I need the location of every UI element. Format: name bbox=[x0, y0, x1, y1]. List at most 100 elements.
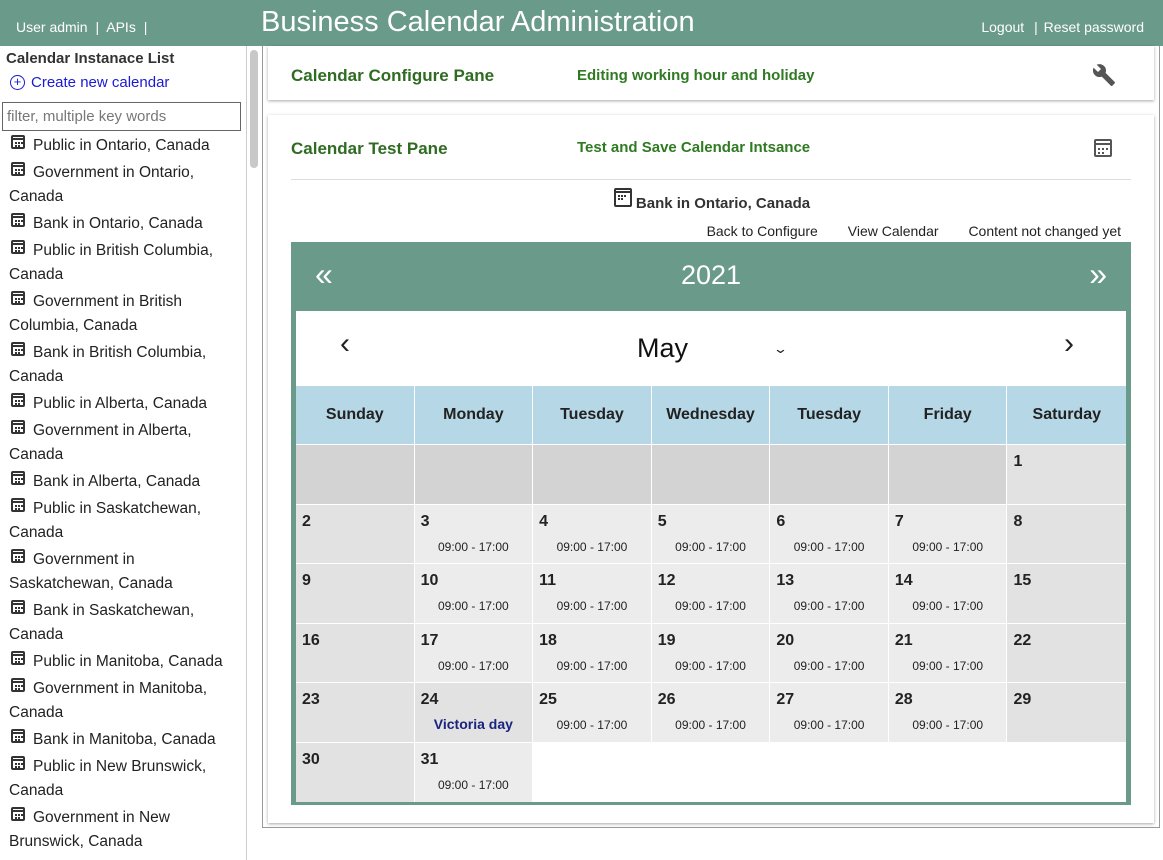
day-cell[interactable]: 30 bbox=[296, 742, 415, 802]
day-cell[interactable]: 15 bbox=[1007, 564, 1127, 623]
calendar-list-item[interactable]: Government in Ontario, Canada bbox=[9, 161, 234, 209]
calendar-name-heading: Bank in Ontario, Canada bbox=[268, 188, 1154, 212]
calendar-list-item[interactable]: Bank in Manitoba, Canada bbox=[9, 728, 234, 752]
back-to-configure-button[interactable]: Back to Configure bbox=[707, 223, 818, 239]
day-cell[interactable]: 1 bbox=[1007, 445, 1127, 504]
reset-password-link[interactable]: Reset password bbox=[1044, 19, 1144, 35]
day-cell[interactable]: 27 09:00 - 17:00 bbox=[770, 683, 889, 742]
day-cell[interactable]: 7 09:00 - 17:00 bbox=[888, 504, 1008, 564]
day-cell[interactable]: 6 09:00 - 17:00 bbox=[770, 504, 889, 564]
day-cell[interactable]: 3 09:00 - 17:00 bbox=[414, 504, 534, 564]
calendar-list-item[interactable]: Government in British Columbia, Canada bbox=[9, 290, 234, 338]
calendar-icon bbox=[11, 393, 25, 407]
weekday-header: Friday bbox=[888, 386, 1008, 444]
calendar-list-item[interactable]: Government in New Brunswick, Canada bbox=[9, 806, 234, 854]
day-cell[interactable]: 20 09:00 - 17:00 bbox=[770, 623, 889, 683]
separator: | bbox=[1034, 19, 1038, 35]
working-hours: 09:00 - 17:00 bbox=[912, 718, 984, 733]
wrench-icon[interactable] bbox=[1092, 63, 1116, 87]
day-cell[interactable]: 14 09:00 - 17:00 bbox=[888, 564, 1008, 623]
calendar-icon[interactable] bbox=[1094, 139, 1112, 157]
next-month-button[interactable]: › bbox=[1064, 327, 1074, 361]
working-hours: 09:00 - 17:00 bbox=[675, 658, 746, 673]
weekday-header: Tuesday bbox=[533, 386, 652, 444]
day-cell[interactable]: 5 09:00 - 17:00 bbox=[651, 504, 771, 564]
working-hours: 09:00 - 17:00 bbox=[675, 599, 746, 614]
calendar-list-item-label: Public in New Brunswick, Canada bbox=[9, 758, 207, 799]
weekday-header-row: Sunday Monday Tuesday Wednesday Tuesday Frida… bbox=[296, 386, 1127, 444]
sidebar-scrollbar[interactable] bbox=[250, 50, 258, 168]
calendar-list-item[interactable]: Public in Alberta, Canada bbox=[9, 392, 234, 416]
calendar-grid: Sunday Monday Tuesday Wednesday Tuesday Frida… bbox=[296, 386, 1127, 802]
apis-link[interactable]: APIs bbox=[106, 19, 136, 35]
calendar-list-item[interactable]: Public in Saskatchewan, Canada bbox=[9, 497, 234, 545]
chevron-down-icon[interactable]: ⌄ bbox=[773, 341, 788, 357]
day-cell[interactable]: 18 09:00 - 17:00 bbox=[533, 623, 652, 683]
calendar-list-item[interactable]: Public in British Columbia, Canada bbox=[9, 239, 234, 287]
view-calendar-button[interactable]: View Calendar bbox=[848, 223, 939, 239]
calendar-list-item-label: Government in Manitoba, Canada bbox=[9, 680, 208, 721]
day-number: 2 bbox=[302, 512, 311, 530]
calendar-list-item[interactable]: Bank in British Columbia, Canada bbox=[9, 341, 234, 389]
day-cell[interactable]: 28 09:00 - 17:00 bbox=[888, 683, 1008, 742]
day-cell[interactable]: 2 bbox=[296, 504, 415, 564]
calendar-list-item[interactable]: Bank in Saskatchewan, Canada bbox=[9, 599, 234, 647]
day-cell[interactable]: 17 09:00 - 17:00 bbox=[414, 623, 534, 683]
day-cell[interactable]: 29 bbox=[1007, 683, 1127, 742]
calendar-icon bbox=[11, 291, 25, 305]
calendar-list-item[interactable]: Government in Alberta, Canada bbox=[9, 419, 234, 467]
sidebar-title: Calendar Instanace List bbox=[6, 50, 175, 67]
day-cell[interactable]: 8 bbox=[1007, 504, 1127, 564]
calendar-list-item[interactable]: Bank in Ontario, Canada bbox=[9, 212, 234, 236]
app-title: Business Calendar Administration bbox=[261, 6, 695, 38]
calendar-list-item-label: Government in Ontario, Canada bbox=[9, 164, 195, 205]
day-cell[interactable]: 13 09:00 - 17:00 bbox=[770, 564, 889, 623]
day-cell[interactable]: 11 09:00 - 17:00 bbox=[533, 564, 652, 623]
calendar-list-item[interactable]: Government in Manitoba, Canada bbox=[9, 677, 234, 725]
previous-month-button[interactable]: ‹ bbox=[340, 327, 350, 361]
calendar-list-item-label: Public in Manitoba, Canada bbox=[33, 653, 223, 670]
calendar-list-item[interactable]: Bank in Alberta, Canada bbox=[9, 470, 234, 494]
day-cell[interactable]: 9 bbox=[296, 564, 415, 623]
day-cell[interactable]: 21 09:00 - 17:00 bbox=[888, 623, 1008, 683]
day-cell[interactable]: 16 bbox=[296, 623, 415, 683]
day-cell[interactable]: 26 09:00 - 17:00 bbox=[651, 683, 771, 742]
day-cell[interactable]: 10 09:00 - 17:00 bbox=[414, 564, 534, 623]
day-cell[interactable]: 25 09:00 - 17:00 bbox=[533, 683, 652, 742]
day-number: 11 bbox=[539, 572, 557, 590]
calendar-list-item[interactable]: Public in New Brunswick, Canada bbox=[9, 755, 234, 803]
test-actions: Back to Configure View Calendar Content … bbox=[681, 223, 1121, 239]
day-number: 24 bbox=[420, 691, 439, 709]
month-select[interactable]: May bbox=[637, 333, 688, 364]
filter-input[interactable] bbox=[2, 102, 241, 131]
calendar-list-item[interactable]: Government in Saskatchewan, Canada bbox=[9, 548, 234, 596]
day-cell[interactable]: 24 Victoria day bbox=[414, 683, 534, 742]
calendar-list-item-label: Public in Ontario, Canada bbox=[33, 137, 210, 154]
configure-pane-title[interactable]: Calendar Configure Pane bbox=[291, 66, 494, 86]
calendar-icon bbox=[11, 729, 25, 743]
day-cell[interactable]: 22 bbox=[1007, 623, 1127, 683]
day-cell[interactable]: 23 bbox=[296, 683, 415, 742]
day-number: 21 bbox=[894, 631, 913, 649]
create-calendar-label: Create new calendar bbox=[31, 74, 170, 91]
next-year-button[interactable]: » bbox=[1089, 256, 1107, 293]
day-cell[interactable]: 12 09:00 - 17:00 bbox=[651, 564, 771, 623]
test-pane-title[interactable]: Calendar Test Pane bbox=[291, 139, 448, 159]
day-cell[interactable]: 19 09:00 - 17:00 bbox=[651, 623, 771, 683]
calendar-icon bbox=[11, 678, 25, 692]
user-admin-link[interactable]: User admin bbox=[16, 19, 88, 35]
week-row: 9 10 09:00 - 17:00 11 09:00 - 17:00 12 09:00 -… bbox=[296, 563, 1127, 623]
day-cell[interactable]: 4 09:00 - 17:00 bbox=[533, 504, 652, 564]
day-cell[interactable]: 31 09:00 - 17:00 bbox=[414, 742, 534, 802]
create-calendar-link[interactable]: + Create new calendar bbox=[10, 74, 169, 91]
week-row: 1 bbox=[296, 444, 1127, 504]
logout-link[interactable]: Logout bbox=[981, 19, 1024, 35]
calendar-list-item[interactable]: Public in Manitoba, Canada bbox=[9, 650, 234, 674]
empty-day-cell bbox=[888, 445, 1008, 504]
calendar-list-item-label: Public in Saskatchewan, Canada bbox=[9, 500, 202, 541]
day-number: 8 bbox=[1013, 512, 1023, 530]
day-number: 18 bbox=[539, 631, 557, 649]
day-number: 12 bbox=[657, 572, 676, 590]
calendar-list-item[interactable]: Public in Ontario, Canada bbox=[9, 134, 234, 158]
working-hours: 09:00 - 17:00 bbox=[793, 539, 865, 554]
